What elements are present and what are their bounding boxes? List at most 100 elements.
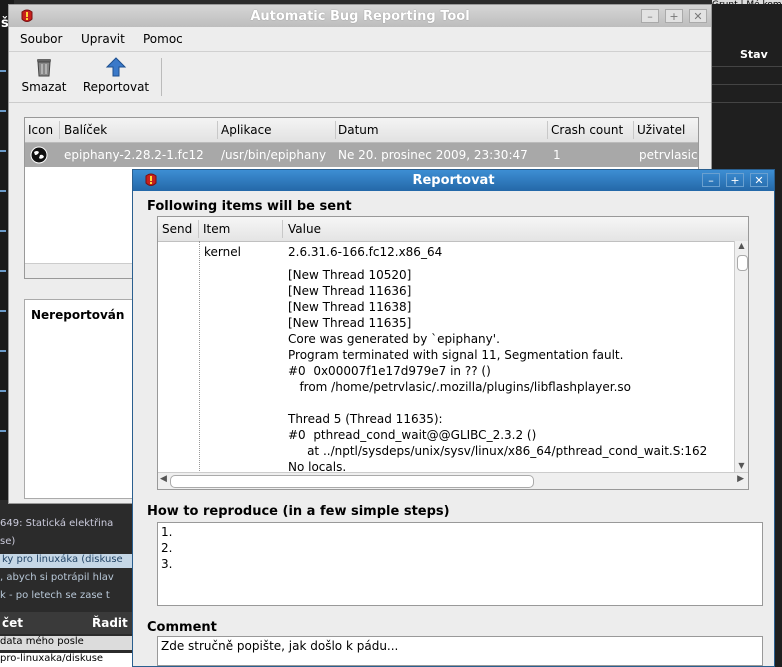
item-name[interactable]: kernel bbox=[204, 245, 241, 259]
background-link: ky pro linuxáka (diskuse bbox=[0, 554, 132, 568]
dialog-minimize-button[interactable]: – bbox=[702, 173, 720, 187]
backtrace-line: [New Thread 11636] bbox=[288, 284, 412, 298]
cell-date: Ne 20. prosinec 2009, 23:30:47 bbox=[338, 148, 528, 162]
item-value: 2.6.31.6-166.fc12.x86_64 bbox=[288, 245, 443, 259]
column-separator bbox=[335, 121, 336, 139]
menu-pomoc[interactable]: Pomoc bbox=[143, 32, 183, 46]
items-horizontal-scrollbar[interactable]: ◀ ▶ bbox=[158, 472, 748, 489]
backtrace-text: [New Thread 10520] [New Thread 11636] [New… bbox=[288, 268, 707, 476]
globe-icon bbox=[30, 146, 48, 164]
column-header-send[interactable]: Send bbox=[162, 222, 192, 236]
background-link: , abych si potrápil hlav bbox=[0, 572, 114, 583]
reproduce-line: 1. bbox=[161, 525, 173, 539]
backtrace-line: Core was generated by `epiphany'. bbox=[288, 332, 500, 346]
report-button[interactable]: Reportovat bbox=[78, 56, 154, 94]
backtrace-line: #0 0x00007f1e17d979e7 in ?? () bbox=[288, 364, 491, 378]
menu-soubor[interactable]: Soubor bbox=[20, 32, 62, 46]
comment-text: Zde stručně popište, jak došlo k pádu... bbox=[161, 639, 399, 653]
toolbar-separator bbox=[161, 58, 162, 96]
scroll-thumb[interactable] bbox=[170, 475, 534, 488]
background-divider bbox=[712, 84, 782, 85]
report-dialog: Reportovat – + ✕ Following items will be… bbox=[132, 169, 775, 667]
background-link-mark bbox=[0, 310, 6, 312]
maximize-button[interactable]: + bbox=[665, 9, 683, 23]
unreported-label: Nereportován bbox=[31, 308, 125, 322]
window-title: Automatic Bug Reporting Tool bbox=[250, 9, 470, 24]
backtrace-line: Thread 5 (Thread 11635): bbox=[288, 412, 443, 426]
background-link-mark bbox=[0, 350, 6, 352]
trash-icon bbox=[37, 59, 51, 77]
dialog-maximize-button[interactable]: + bbox=[726, 173, 744, 187]
column-header-date[interactable]: Datum bbox=[338, 123, 379, 137]
background-link-mark bbox=[0, 230, 6, 232]
background-column-header: Stav bbox=[740, 48, 768, 61]
background-link-mark bbox=[0, 150, 6, 152]
column-separator bbox=[282, 220, 283, 238]
column-separator bbox=[547, 121, 548, 139]
column-header-icon[interactable]: Icon bbox=[28, 123, 53, 137]
scroll-up-icon[interactable]: ▲ bbox=[735, 241, 748, 253]
reproduce-line: 2. bbox=[161, 541, 173, 555]
background-link: se) bbox=[0, 536, 16, 547]
scroll-left-icon[interactable]: ◀ bbox=[160, 474, 167, 484]
column-header-value[interactable]: Value bbox=[288, 222, 321, 236]
backtrace-line: [New Thread 11635] bbox=[288, 316, 412, 330]
background-link: k - po letech se zase t bbox=[0, 590, 110, 601]
dialog-close-button[interactable]: ✕ bbox=[750, 173, 768, 187]
background-link-mark bbox=[0, 190, 6, 192]
items-list: Send Item Value kernel 2.6.31.6-166.fc12… bbox=[157, 216, 749, 490]
crash-list-header: Icon Balíček Aplikace Datum Crash count … bbox=[25, 118, 698, 143]
table-row[interactable]: epiphany-2.28.2-1.fc12 /usr/bin/epiphany… bbox=[25, 143, 698, 167]
column-separator bbox=[198, 220, 199, 238]
background-link-mark bbox=[0, 270, 6, 272]
background-link-mark bbox=[0, 110, 6, 112]
backtrace-line: at ../nptl/sysdeps/unix/sysv/linux/x86_6… bbox=[288, 444, 708, 458]
scroll-thumb[interactable] bbox=[737, 255, 748, 271]
report-label: Reportovat bbox=[82, 80, 150, 94]
background-top-links: Grunt | Mé komentáře | Navštívené disku bbox=[712, 0, 782, 4]
backtrace-line: Program terminated with signal 11, Segme… bbox=[288, 348, 624, 362]
column-header-item[interactable]: Item bbox=[203, 222, 230, 236]
items-section-label: Following items will be sent bbox=[147, 199, 352, 214]
dialog-title: Reportovat bbox=[412, 173, 495, 188]
cell-user: petrvlasic bbox=[639, 148, 698, 162]
close-button[interactable]: ✕ bbox=[689, 9, 707, 23]
background-table-header: čet Řadit bbox=[0, 612, 132, 634]
background-link-mark bbox=[0, 390, 6, 392]
reproduce-section-label: How to reproduce (in a few simple steps) bbox=[147, 504, 450, 519]
toolbar: Smazat Reportovat bbox=[9, 52, 711, 103]
arrow-up-icon bbox=[105, 57, 127, 77]
cell-application: /usr/bin/epiphany bbox=[221, 148, 327, 162]
menu-upravit[interactable]: Upravit bbox=[81, 32, 125, 46]
comment-section-label: Comment bbox=[147, 620, 217, 635]
scroll-right-icon[interactable]: ▶ bbox=[737, 474, 744, 484]
reproduce-textarea[interactable]: 1. 2. 3. bbox=[157, 522, 763, 606]
column-header-package[interactable]: Balíček bbox=[64, 123, 107, 137]
column-separator bbox=[633, 121, 634, 139]
background-table-row: pro-linuxaka/diskuse bbox=[0, 653, 132, 667]
backtrace-line: [New Thread 10520] bbox=[288, 268, 412, 282]
column-separator bbox=[59, 121, 60, 139]
backtrace-line bbox=[288, 396, 707, 412]
backtrace-line: [New Thread 11638] bbox=[288, 300, 412, 314]
dialog-titlebar[interactable]: Reportovat – + ✕ bbox=[133, 170, 774, 191]
background-link: 649: Statická elektřina bbox=[0, 518, 114, 529]
cell-package: epiphany-2.28.2-1.fc12 bbox=[64, 148, 204, 162]
items-vertical-scrollbar[interactable]: ▲ ▼ bbox=[734, 241, 748, 473]
background-header-cell: čet bbox=[2, 616, 23, 630]
background-table-row: data mého posle bbox=[0, 636, 132, 650]
comment-textarea[interactable]: Zde stručně popište, jak došlo k pádu... bbox=[157, 636, 763, 666]
delete-label: Smazat bbox=[21, 80, 67, 94]
column-header-application[interactable]: Aplikace bbox=[221, 123, 272, 137]
items-list-header: Send Item Value bbox=[158, 217, 748, 242]
minimize-button[interactable]: – bbox=[641, 9, 659, 23]
column-separator bbox=[217, 121, 218, 139]
background-web-page: 649: Statická elektřina se) ky pro linux… bbox=[0, 500, 132, 667]
column-header-crash-count[interactable]: Crash count bbox=[551, 123, 623, 137]
background-divider bbox=[712, 102, 782, 103]
column-header-user[interactable]: Uživatel bbox=[637, 123, 685, 137]
backtrace-line: #0 pthread_cond_wait@@GLIBC_2.3.2 () bbox=[288, 428, 537, 442]
main-titlebar[interactable]: Automatic Bug Reporting Tool – + ✕ bbox=[9, 5, 711, 27]
background-link-mark bbox=[0, 430, 6, 432]
delete-button[interactable]: Smazat bbox=[18, 56, 70, 94]
